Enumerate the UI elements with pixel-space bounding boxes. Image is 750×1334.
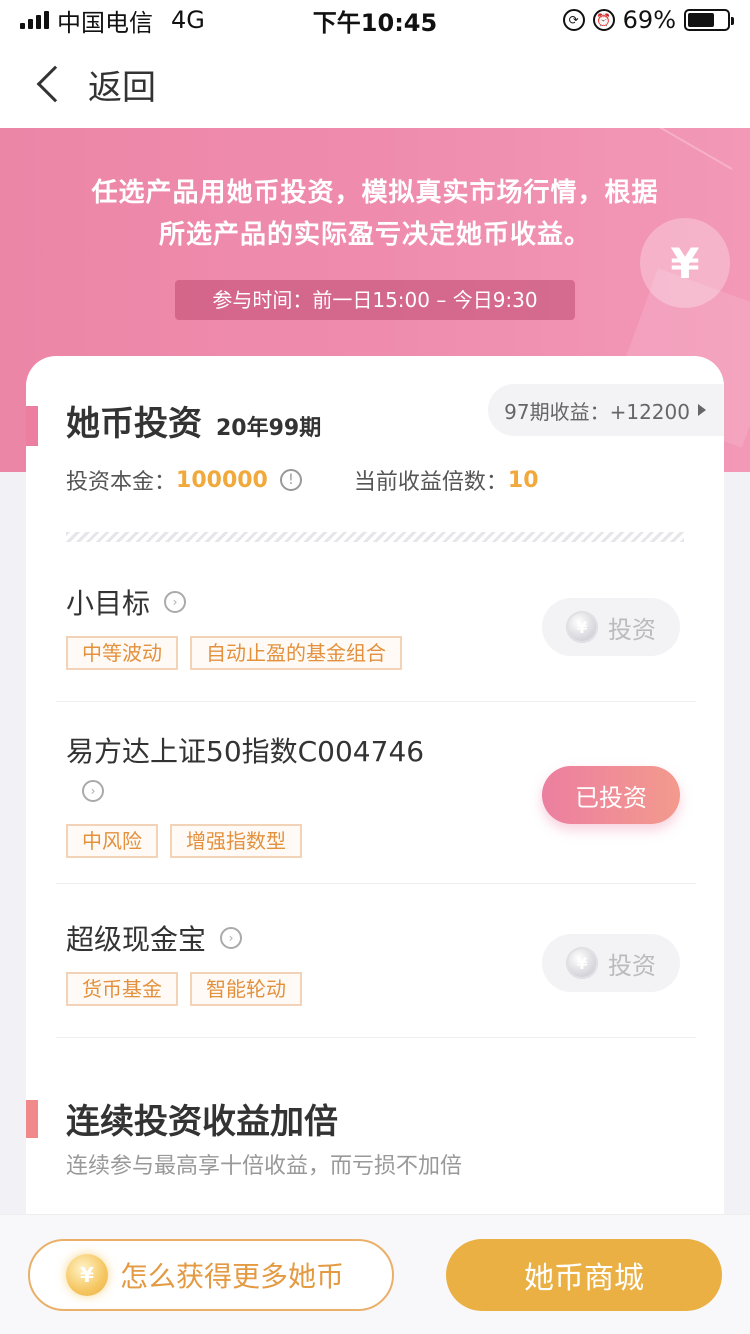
- investment-card: 她币投资 20年99期 97期收益：+12200 投资本金： 100000 ! …: [26, 356, 724, 1334]
- invested-button-label: 已投资: [575, 783, 647, 812]
- product-tags: 中风险 增强指数型: [66, 824, 302, 858]
- title-accent-bar: [26, 406, 38, 446]
- rotation-lock-icon: ⟳: [562, 9, 585, 31]
- product-item: 小目标 › 中等波动 自动止盈的基金组合 ¥ 投资: [56, 566, 696, 702]
- banner-line-1: 任选产品用她币投资，模拟真实市场行情，根据: [91, 178, 659, 208]
- previous-earnings-button[interactable]: 97期收益：+12200: [488, 384, 724, 436]
- coin-mall-button[interactable]: 她币商城: [446, 1239, 722, 1311]
- participation-time: 参与时间：前一日15:00 – 今日9:30: [175, 280, 575, 320]
- product-name[interactable]: 小目标: [66, 582, 150, 622]
- product-tag: 智能轮动: [190, 972, 302, 1006]
- status-bar: 中国电信 4G 下午10:45 ⟳ ⏰ 69%: [0, 0, 750, 40]
- product-item: 超级现金宝 › 货币基金 智能轮动 ¥ 投资: [56, 884, 696, 1038]
- nav-bar: 返回: [0, 40, 750, 128]
- status-left: 中国电信 4G: [20, 3, 205, 38]
- product-item: 易方达上证50指数C004746 › 中风险 增强指数型 已投资: [56, 702, 696, 884]
- banner-description: 任选产品用她币投资，模拟真实市场行情，根据 所选产品的实际盈亏决定她币收益。: [0, 172, 750, 256]
- alarm-icon: ⏰: [592, 9, 615, 31]
- multiplier-label: 当前收益倍数：: [353, 470, 508, 495]
- invest-button[interactable]: ¥ 投资: [542, 598, 680, 656]
- earn-more-coins-label: 怎么获得更多她币: [120, 1260, 345, 1293]
- product-tags: 货币基金 智能轮动: [66, 972, 302, 1006]
- chevron-right-icon[interactable]: ›: [220, 927, 243, 949]
- multiplier-value: 10: [507, 467, 539, 493]
- product-name-row[interactable]: 超级现金宝 ›: [66, 918, 243, 958]
- status-right: ⟳ ⏰ 69%: [562, 6, 734, 34]
- investment-summary: 投资本金： 100000 ! 当前收益倍数： 10: [66, 464, 686, 496]
- bottom-action-bar: ¥ 怎么获得更多她币 她币商城: [0, 1214, 750, 1334]
- play-arrow-icon: [698, 404, 706, 416]
- product-tag: 中等波动: [66, 636, 178, 670]
- section-subtitle: 连续参与最高享十倍收益，而亏损不加倍: [66, 1154, 463, 1179]
- product-tag: 中风险: [66, 824, 158, 858]
- product-tags: 中等波动 自动止盈的基金组合: [66, 636, 402, 670]
- principal-label: 投资本金：: [66, 470, 177, 495]
- invest-button-label: 投资: [608, 951, 656, 980]
- invest-button-label: 投资: [608, 615, 656, 644]
- banner-line-2: 所选产品的实际盈亏决定她币收益。: [158, 220, 591, 250]
- earn-more-coins-button[interactable]: ¥ 怎么获得更多她币: [28, 1239, 394, 1311]
- product-name-row[interactable]: 易方达上证50指数C004746: [66, 730, 424, 770]
- yuan-coin-icon: ¥: [566, 947, 598, 979]
- product-tag: 自动止盈的基金组合: [190, 636, 402, 670]
- carrier-label: 中国电信: [57, 8, 153, 37]
- product-tag: 货币基金: [66, 972, 178, 1006]
- product-tag: 增强指数型: [170, 824, 302, 858]
- chevron-right-icon[interactable]: ›: [164, 591, 187, 613]
- previous-earnings-label: 97期收益：+12200: [504, 399, 690, 424]
- coin-mall-label: 她币商城: [524, 1261, 644, 1296]
- battery-icon: [684, 9, 734, 31]
- decorative-line: [627, 128, 733, 170]
- chevron-right-icon[interactable]: ›: [82, 780, 104, 802]
- striped-divider: [66, 532, 684, 542]
- yuan-coin-icon: ¥: [566, 611, 598, 643]
- battery-percent: 69%: [622, 6, 676, 34]
- section-title: 连续投资收益加倍: [66, 1102, 338, 1142]
- card-period: 20年99期: [216, 416, 322, 441]
- product-name[interactable]: 超级现金宝: [66, 918, 206, 958]
- product-name[interactable]: 易方达上证50指数C004746: [66, 730, 424, 770]
- signal-icon: [20, 11, 49, 29]
- invested-button[interactable]: 已投资: [542, 766, 680, 824]
- card-title: 她币投资: [66, 404, 202, 444]
- network-label: 4G: [171, 6, 205, 34]
- back-button[interactable]: 返回: [88, 60, 156, 109]
- section-accent-bar: [26, 1100, 38, 1138]
- product-name-row[interactable]: 小目标 ›: [66, 582, 187, 622]
- info-icon[interactable]: !: [279, 469, 302, 491]
- back-arrow-icon[interactable]: [36, 65, 74, 103]
- battery-level: [688, 13, 715, 27]
- status-time: 下午10:45: [312, 8, 438, 37]
- card-header: 她币投资 20年99期: [66, 396, 321, 445]
- invest-button[interactable]: ¥ 投资: [542, 934, 680, 992]
- gold-coin-icon: ¥: [66, 1254, 108, 1296]
- principal-value: 100000: [176, 467, 268, 493]
